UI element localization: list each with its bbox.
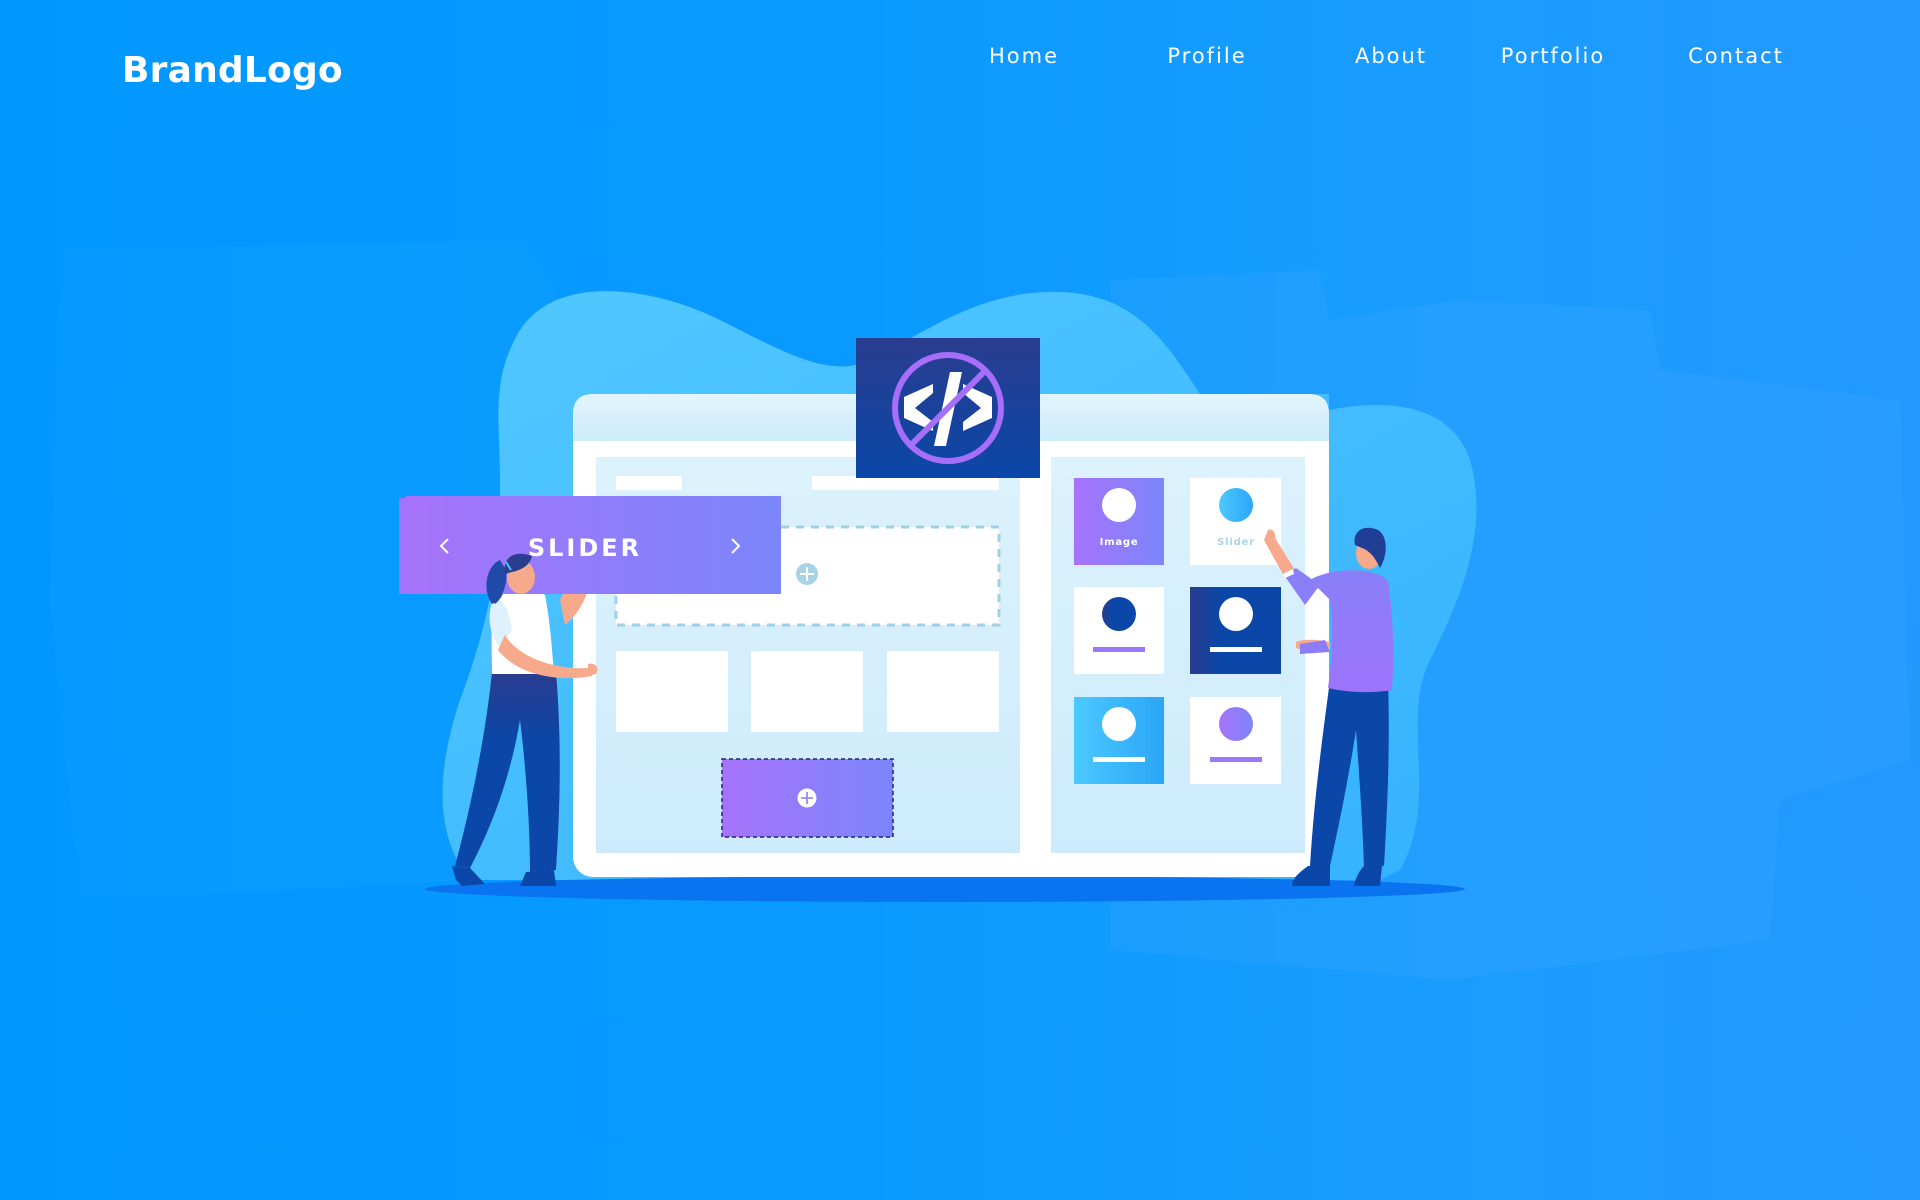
avatar-icon: [1219, 707, 1253, 741]
content-block[interactable]: [887, 651, 999, 732]
widget-tile[interactable]: [1074, 697, 1164, 784]
content-block[interactable]: [616, 651, 728, 732]
slider-icon: [1219, 488, 1253, 522]
avatar-icon: [1102, 597, 1136, 631]
slider-widget[interactable]: SLIDER: [399, 496, 781, 594]
no-code-badge: [856, 338, 1040, 478]
add-block-button[interactable]: [796, 563, 818, 585]
add-block-button[interactable]: [797, 788, 817, 808]
text-line: [1210, 647, 1262, 652]
widget-tile-label: Slider: [1217, 537, 1255, 548]
text-line: [1093, 647, 1145, 652]
widget-tile[interactable]: [1190, 697, 1281, 784]
avatar-icon: [1219, 597, 1253, 631]
hero-illustration: Image Slider SLIDER: [399, 291, 1477, 902]
text-line: [1210, 757, 1262, 762]
widget-tile-slider[interactable]: Slider: [1190, 478, 1281, 565]
widget-tile[interactable]: [1074, 587, 1164, 674]
placeholder-bar: [812, 476, 999, 490]
widget-tile-label: Image: [1100, 537, 1139, 548]
slider-label: SLIDER: [528, 534, 642, 562]
widget-tile[interactable]: [1190, 587, 1281, 674]
widget-tile-image[interactable]: Image: [1074, 478, 1164, 565]
content-block[interactable]: [751, 651, 863, 732]
avatar-icon: [1102, 707, 1136, 741]
image-icon: [1102, 488, 1136, 522]
text-line: [1093, 757, 1145, 762]
placeholder-bar: [616, 476, 682, 490]
